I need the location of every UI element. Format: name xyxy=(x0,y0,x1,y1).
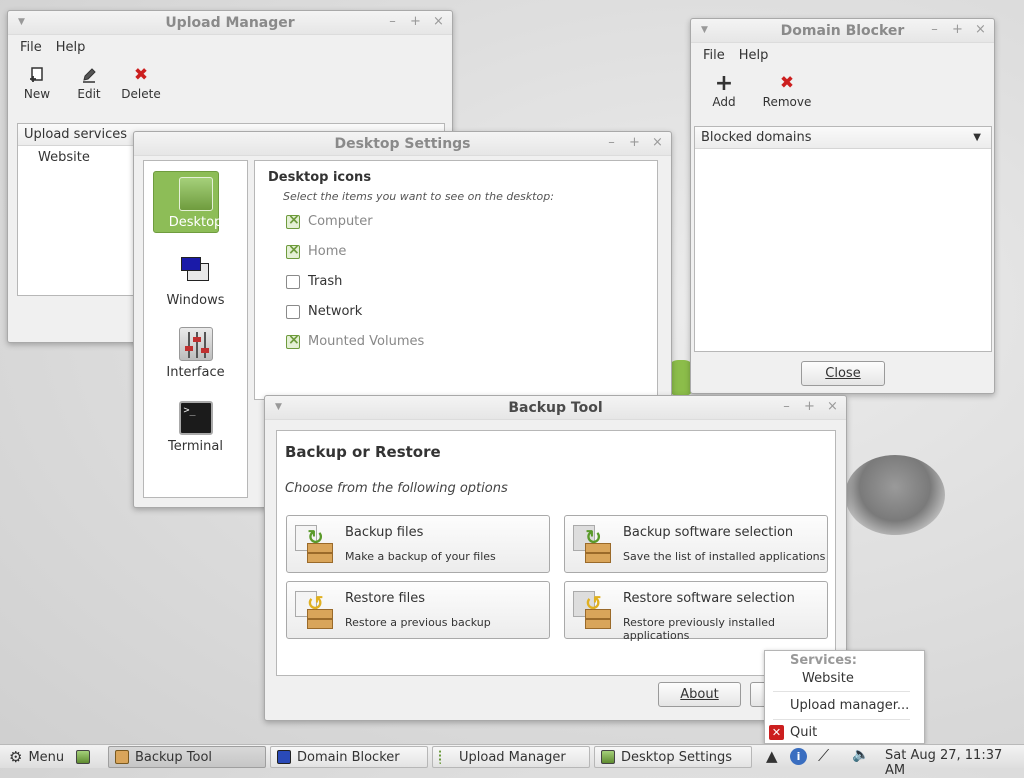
maximize-icon[interactable]: + xyxy=(629,135,640,150)
category-desktop[interactable]: Desktop xyxy=(144,171,247,233)
desktop-settings-titlebar[interactable]: Desktop Settings – + × xyxy=(134,132,671,156)
restore-box-icon: ↺ xyxy=(571,589,615,633)
volume-icon[interactable]: 🔈 xyxy=(852,747,869,763)
network-icon[interactable]: ⟋ xyxy=(818,746,829,766)
backup-software-button[interactable]: ↻ Backup software selection Save the lis… xyxy=(564,515,828,573)
window-title: Desktop Settings xyxy=(334,136,471,152)
desktop-icon xyxy=(601,750,615,764)
menu-file[interactable]: File xyxy=(703,48,725,65)
new-icon xyxy=(16,63,58,87)
taskbar-backup-tool[interactable]: Backup Tool xyxy=(108,746,266,768)
sliders-icon xyxy=(178,327,213,361)
desktop-icon xyxy=(76,750,90,764)
checkbox-computer[interactable]: Computer xyxy=(286,212,373,229)
backup-box-icon: ↻ xyxy=(571,523,615,567)
domain-blocker-window: ▼ Domain Blocker – + × File Help + Add ✖ R… xyxy=(690,18,995,394)
desktop-icon xyxy=(178,177,213,211)
windows-icon xyxy=(277,750,291,764)
red-x-icon: ✖ xyxy=(779,73,795,93)
taskbar-upload-manager[interactable]: Upload Manager xyxy=(432,746,590,768)
tray-popup-menu: Services: Website Upload manager... ✕ Qu… xyxy=(764,650,925,744)
gear-icon: ⚙ xyxy=(9,748,23,766)
section-subtitle: Select the items you want to see on the … xyxy=(283,190,554,203)
upload-manager-titlebar[interactable]: ▼ Upload Manager – + × xyxy=(8,11,452,35)
close-icon[interactable]: × xyxy=(433,14,444,29)
pencil-icon xyxy=(68,63,110,87)
edit-button[interactable]: Edit xyxy=(68,63,110,107)
checkbox-network[interactable]: Network xyxy=(286,304,362,319)
maximize-icon[interactable]: + xyxy=(952,22,963,37)
plus-icon: + xyxy=(714,70,734,96)
backup-tool-window: ▼ Backup Tool – + × Backup or Restore Choo… xyxy=(264,395,847,721)
restore-files-button[interactable]: ↺ Restore files Restore a previous backu… xyxy=(286,581,550,639)
about-button[interactable]: About xyxy=(658,682,741,707)
services-section-label: Services: xyxy=(790,653,857,668)
taskbar-domain-blocker[interactable]: Domain Blocker xyxy=(270,746,428,768)
red-x-icon: ✖ xyxy=(133,65,149,85)
shield-icon[interactable]: i xyxy=(790,748,807,765)
checkbox-mounted-volumes[interactable]: Mounted Volumes xyxy=(286,332,424,349)
blocked-domains-header[interactable]: Blocked domains ▼ xyxy=(695,127,991,149)
service-item-website[interactable]: Website xyxy=(802,671,854,686)
upload-icon xyxy=(439,750,453,764)
taskbar: ⚙ Menu Backup Tool Domain Blocker Upload… xyxy=(0,744,1024,778)
backup-tool-titlebar[interactable]: ▼ Backup Tool – + × xyxy=(265,396,846,420)
taskbar-desktop-settings[interactable]: Desktop Settings xyxy=(594,746,752,768)
close-icon[interactable]: × xyxy=(652,135,663,150)
backup-heading: Backup or Restore xyxy=(285,443,441,461)
desktop-icons-panel: Desktop icons Select the items you want … xyxy=(254,160,658,400)
checkbox-trash[interactable]: Trash xyxy=(286,274,342,289)
minimize-icon[interactable]: – xyxy=(781,399,792,414)
backup-subheading: Choose from the following options xyxy=(285,481,508,496)
menu-help[interactable]: Help xyxy=(739,48,769,65)
category-windows[interactable]: Windows xyxy=(144,255,247,308)
checkbox-home[interactable]: Home xyxy=(286,242,346,259)
maximize-icon[interactable]: + xyxy=(410,14,421,29)
window-title: Upload Manager xyxy=(165,15,295,31)
backup-options-panel: Backup or Restore Choose from the follow… xyxy=(276,430,836,676)
menu-help[interactable]: Help xyxy=(56,40,86,57)
window-title: Backup Tool xyxy=(508,400,603,416)
section-title: Desktop icons xyxy=(268,170,372,185)
remove-button[interactable]: ✖ Remove xyxy=(759,71,815,115)
clock[interactable]: Sat Aug 27, 11:37 AM xyxy=(885,748,1024,778)
restore-box-icon: ↺ xyxy=(293,589,337,633)
category-interface[interactable]: Interface xyxy=(144,327,247,380)
backup-files-button[interactable]: ↻ Backup files Make a backup of your fil… xyxy=(286,515,550,573)
blocked-domains-list[interactable]: Blocked domains ▼ xyxy=(694,126,992,352)
restore-software-button[interactable]: ↺ Restore software selection Restore pre… xyxy=(564,581,828,642)
minimize-icon[interactable]: – xyxy=(929,22,940,37)
minimize-icon[interactable]: – xyxy=(387,14,398,29)
menu-button[interactable]: ⚙ Menu xyxy=(2,746,70,768)
maximize-icon[interactable]: + xyxy=(804,399,815,414)
dropdown-arrow-icon[interactable]: ▼ xyxy=(973,130,981,145)
close-icon[interactable]: × xyxy=(827,399,838,414)
domain-blocker-titlebar[interactable]: ▼ Domain Blocker – + × xyxy=(691,19,994,43)
backup-box-icon: ↻ xyxy=(293,523,337,567)
quit-icon: ✕ xyxy=(769,725,784,740)
delete-button[interactable]: ✖ Delete xyxy=(120,63,162,107)
settings-category-list: Desktop Windows Interface >_ Terminal xyxy=(143,160,248,498)
add-button[interactable]: + Add xyxy=(703,71,745,115)
new-button[interactable]: New xyxy=(16,63,58,107)
menu-file[interactable]: File xyxy=(20,40,42,57)
category-terminal[interactable]: >_ Terminal xyxy=(144,401,247,454)
show-desktop-button[interactable] xyxy=(72,746,96,768)
close-icon[interactable]: × xyxy=(975,22,986,37)
wallpaper-emblem xyxy=(845,455,945,535)
quit-menu-item[interactable]: ✕ Quit xyxy=(769,725,817,740)
terminal-icon: >_ xyxy=(178,401,213,435)
minimize-icon[interactable]: – xyxy=(606,135,617,150)
upload-manager-menu-item[interactable]: Upload manager... xyxy=(790,698,909,713)
backup-box-icon xyxy=(115,750,129,764)
close-button[interactable]: Close xyxy=(801,361,885,386)
windows-icon xyxy=(180,255,211,289)
upload-arrow-icon[interactable]: ▲ xyxy=(766,747,778,765)
